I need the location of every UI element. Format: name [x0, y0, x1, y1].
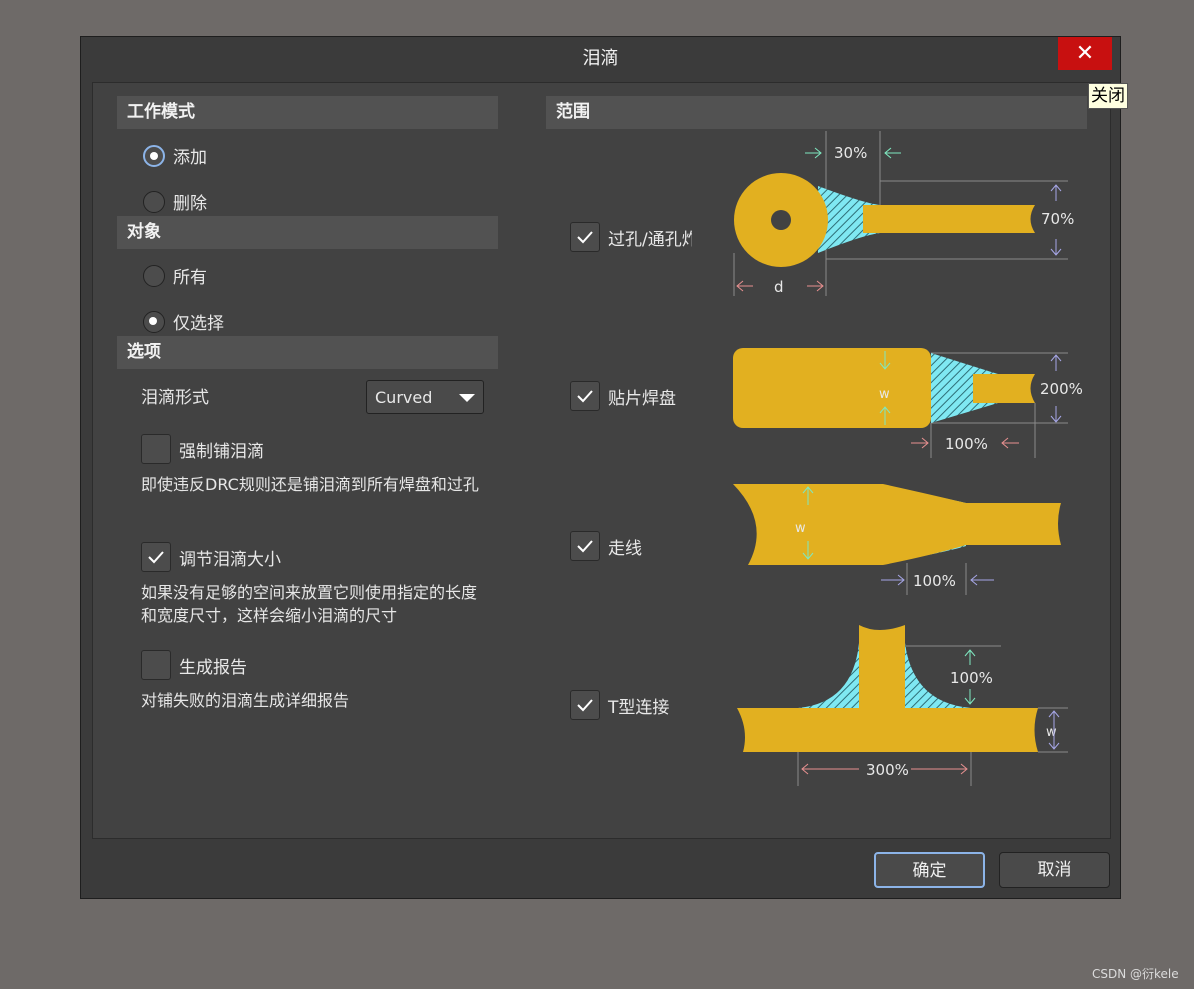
close-button[interactable]: ✕	[1058, 37, 1112, 70]
t-top-pct: 100%	[950, 669, 993, 687]
smd-diagram: w 200% 100%	[733, 348, 1083, 458]
teardrops-dialog: 泪滴 ✕ 工作模式 添加 删除 对象 所有 仅选择 选项 泪滴形式 Curved	[80, 36, 1121, 899]
t-w-label: w	[1046, 725, 1057, 740]
smd-w-label: w	[879, 387, 890, 402]
via-top-pct: 30%	[834, 144, 867, 162]
watermark: CSDN @衍kele	[1092, 967, 1179, 981]
t-bottom-pct: 300%	[866, 761, 909, 779]
via-diagram: 30% 70% d	[733, 131, 1074, 296]
via-d-label: d	[774, 278, 784, 296]
track-diagram: w 100%	[733, 484, 1061, 595]
ok-button[interactable]: 确定	[874, 852, 985, 888]
via-right-pct: 70%	[1041, 210, 1074, 228]
close-tooltip: 关闭	[1088, 83, 1128, 109]
options-panel: 工作模式 添加 删除 对象 所有 仅选择 选项 泪滴形式 Curved 强制铺泪…	[92, 82, 1111, 839]
cancel-button[interactable]: 取消	[999, 852, 1110, 888]
dialog-title: 泪滴	[582, 48, 619, 69]
track-bottom-pct: 100%	[913, 572, 956, 590]
tjunction-diagram: 100% w 300%	[737, 625, 1068, 786]
smd-bottom-pct: 100%	[945, 435, 988, 453]
smd-right-pct: 200%	[1040, 380, 1083, 398]
track-w-label: w	[795, 521, 806, 536]
teardrop-diagrams: 30% 70% d w 200% 100% w 100% 100% w 300%	[733, 131, 1083, 786]
